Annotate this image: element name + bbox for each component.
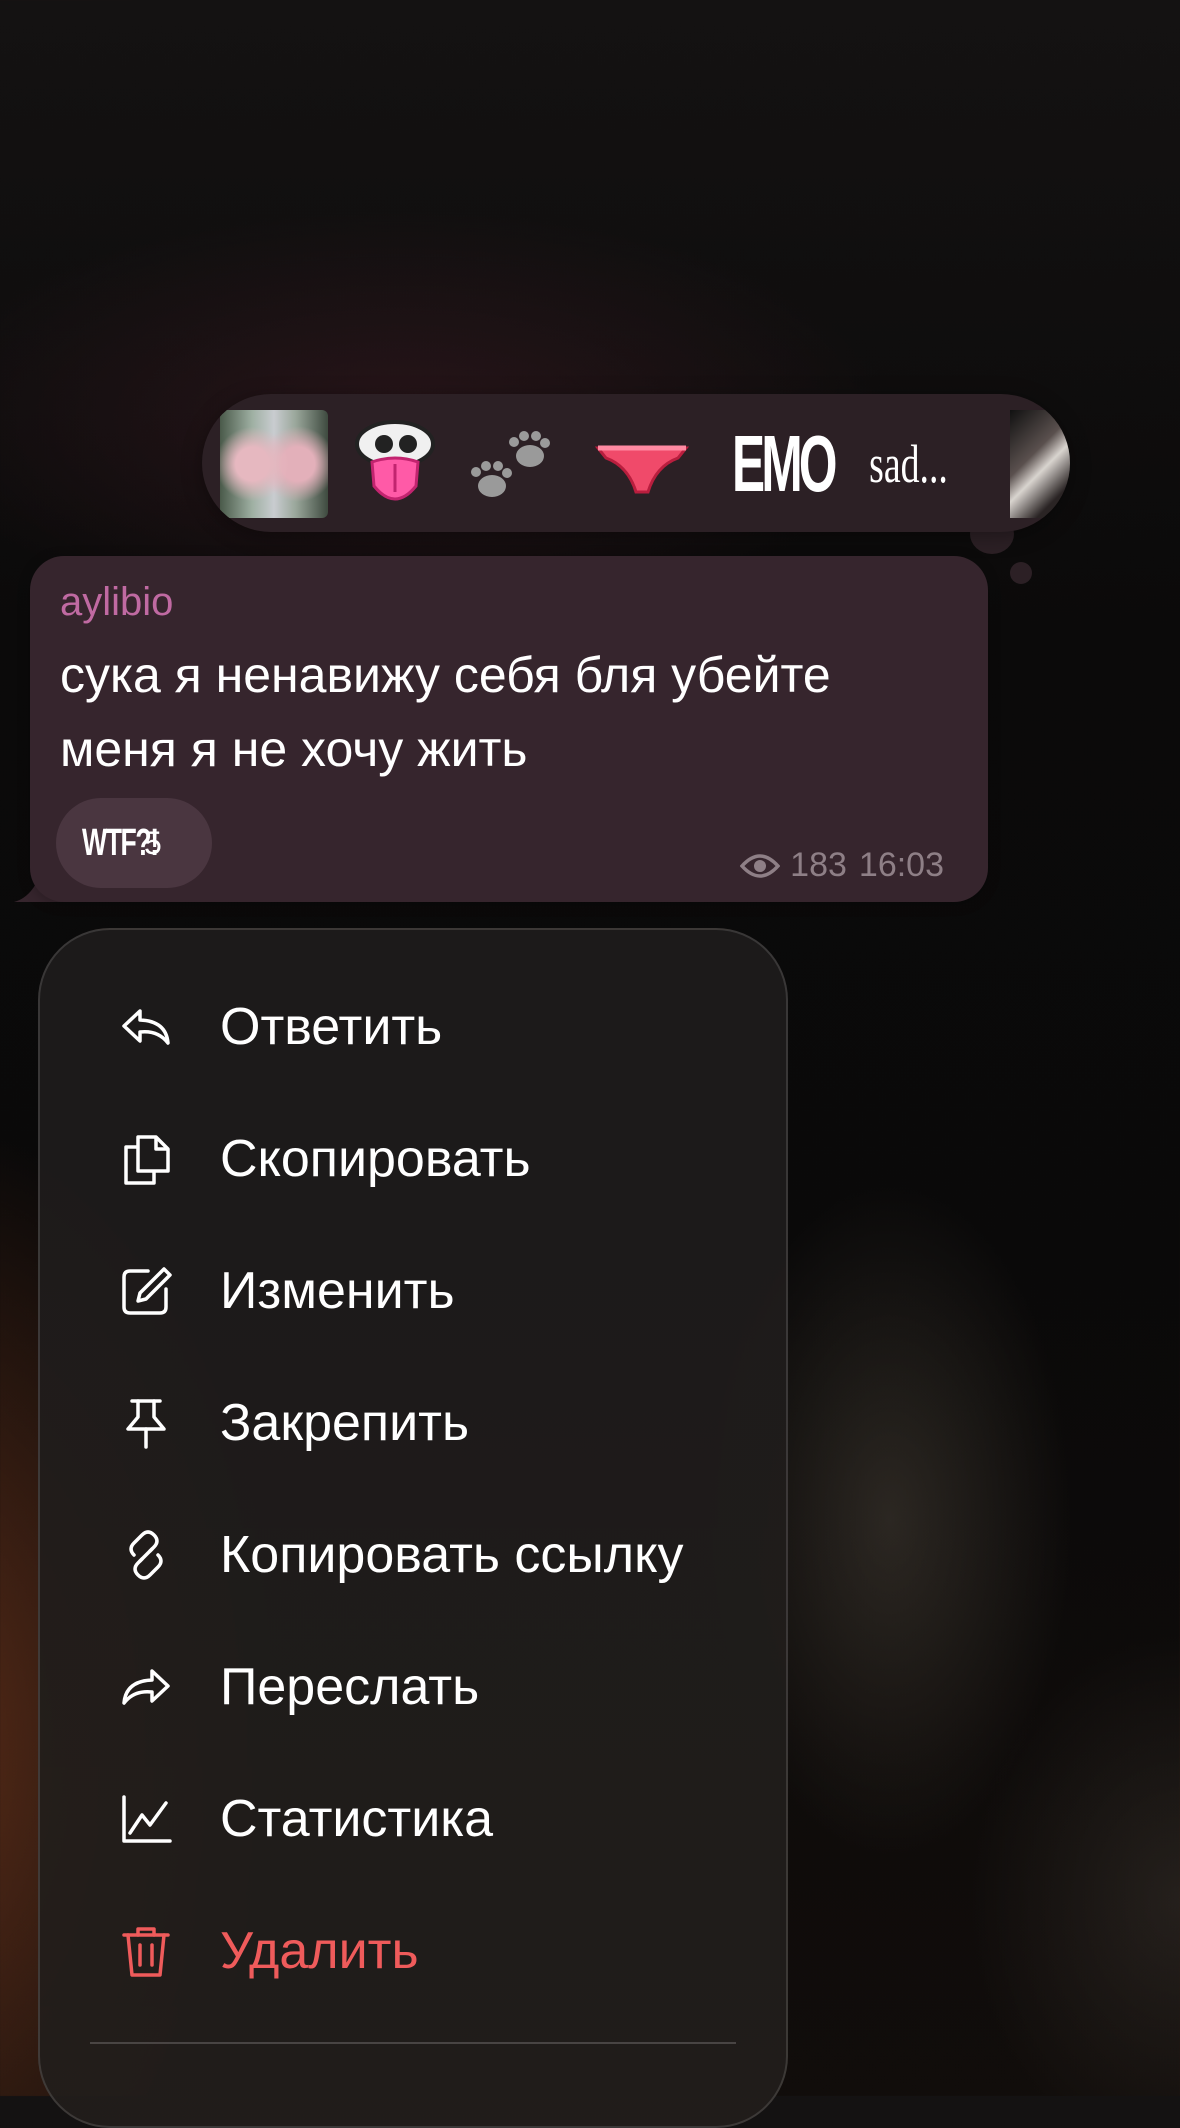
menu-divider xyxy=(90,2042,736,2044)
menu-item-label: Статистика xyxy=(220,1790,494,1848)
message-time: 16:03 xyxy=(858,846,944,884)
menu-item-copy[interactable]: Скопировать xyxy=(40,1104,786,1214)
message-meta: 183 16:03 xyxy=(740,846,956,885)
tongue-emoji[interactable] xyxy=(350,414,440,514)
view-count: 183 xyxy=(790,846,847,884)
menu-item-statistics[interactable]: Статистика xyxy=(40,1764,786,1874)
reaction-bar-tail-dot xyxy=(1010,562,1032,584)
menu-item-pin[interactable]: Закрепить xyxy=(40,1368,786,1478)
message-text-line: сука я ненавижу себя бля убейте xyxy=(60,647,831,703)
edit-icon xyxy=(116,1261,176,1321)
reaction-picker: EMO sad... xyxy=(202,394,1070,532)
stats-icon xyxy=(116,1789,176,1849)
sender-name[interactable]: aylibio xyxy=(60,580,173,625)
message-text-line: меня я не хочу жить xyxy=(60,721,528,777)
reply-icon xyxy=(116,997,176,1057)
menu-item-label: Скопировать xyxy=(220,1130,531,1188)
menu-item-delete[interactable]: Удалить xyxy=(40,1896,786,2006)
menu-item-label: Копировать ссылку xyxy=(220,1526,684,1584)
menu-item-edit[interactable]: Изменить xyxy=(40,1236,786,1346)
menu-item-label: Ответить xyxy=(220,998,443,1056)
photo-reaction-2[interactable] xyxy=(1010,410,1070,518)
panties-emoji[interactable] xyxy=(592,414,692,514)
menu-item-label: Закрепить xyxy=(220,1394,470,1452)
menu-item-label: Изменить xyxy=(220,1262,455,1320)
eye-icon xyxy=(740,853,781,878)
paw-prints-emoji[interactable] xyxy=(460,414,560,514)
menu-item-label: Переслать xyxy=(220,1658,480,1716)
reaction-chip[interactable]: WTF?! 5 xyxy=(56,798,212,888)
pin-icon xyxy=(116,1393,176,1453)
message-bubble[interactable]: aylibio сука я ненавижу себя бля убейте … xyxy=(30,556,988,902)
context-menu: Ответить Скопировать Изменить Закрепить … xyxy=(38,928,788,2128)
photo-reaction-1[interactable] xyxy=(220,410,328,518)
emo-sticker[interactable]: EMO xyxy=(732,414,838,514)
sad-sticker[interactable]: sad... xyxy=(869,414,948,514)
link-icon xyxy=(116,1525,176,1585)
menu-item-reply[interactable]: Ответить xyxy=(40,972,786,1082)
message-text: сука я ненавижу себя бля убейте меня я н… xyxy=(60,638,960,786)
copy-icon xyxy=(116,1129,176,1189)
menu-item-label: Удалить xyxy=(220,1922,419,1980)
trash-icon xyxy=(116,1921,176,1981)
reaction-chip-sticker: WTF?! xyxy=(82,821,159,864)
menu-item-copy-link[interactable]: Копировать ссылку xyxy=(40,1500,786,1610)
forward-icon xyxy=(116,1657,176,1717)
menu-item-forward[interactable]: Переслать xyxy=(40,1632,786,1742)
